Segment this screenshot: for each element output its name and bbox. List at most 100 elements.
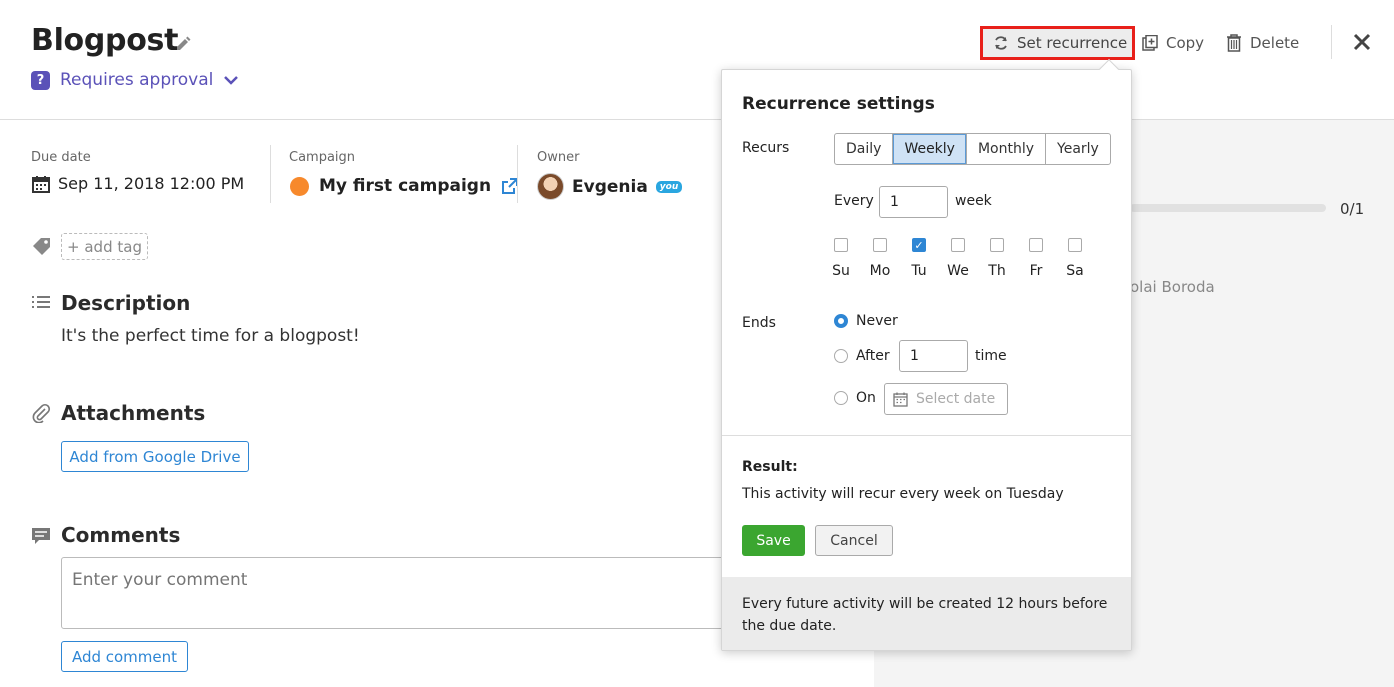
ends-never-radio[interactable] [834, 314, 848, 328]
weekday-su[interactable]: Su [826, 238, 856, 279]
meta-divider [270, 145, 271, 203]
approval-status-dropdown[interactable]: ? Requires approval [31, 70, 239, 90]
cancel-button[interactable]: Cancel [815, 525, 893, 556]
recurrence-footer-note: Every future activity will be created 12… [722, 577, 1131, 650]
weekday-we[interactable]: We [943, 238, 973, 279]
avatar [537, 173, 564, 200]
weekday-label: Tu [911, 263, 927, 279]
delete-label: Delete [1250, 34, 1300, 52]
weekday-fr[interactable]: Fr [1021, 238, 1051, 279]
campaign-value[interactable]: My first campaign [290, 176, 519, 196]
weekday-checkbox-checked[interactable]: ✓ [912, 238, 926, 252]
trash-icon [1227, 34, 1241, 52]
weekday-label: Sa [1066, 263, 1084, 279]
page-title: Blogpost [31, 23, 179, 58]
ends-on-radio[interactable] [834, 391, 848, 405]
weekday-checkbox[interactable] [1029, 238, 1043, 252]
recurs-label: Recurs [742, 140, 790, 156]
ends-after-radio[interactable] [834, 349, 848, 363]
weekday-tu[interactable]: ✓ Tu [904, 238, 934, 279]
chevron-down-icon [224, 76, 239, 85]
ends-on-option[interactable]: On [834, 390, 876, 406]
weekday-label: Mo [869, 263, 891, 279]
description-title: Description [61, 291, 191, 315]
weekday-label: Fr [1029, 263, 1043, 279]
owner-label: Owner [537, 150, 580, 165]
weekday-th[interactable]: Th [982, 238, 1012, 279]
ends-never-label: Never [856, 313, 898, 329]
you-badge: you [655, 180, 683, 193]
campaign-name: My first campaign [319, 176, 492, 196]
ends-after-count-input[interactable] [899, 340, 968, 372]
ends-after-unit-label: time [975, 348, 1007, 364]
campaign-color-dot [290, 176, 309, 196]
close-icon[interactable] [1352, 32, 1372, 52]
ends-on-date-input[interactable]: Select date [884, 383, 1008, 415]
add-comment-button[interactable]: Add comment [61, 641, 188, 672]
list-icon [32, 296, 50, 308]
every-unit-label: week [955, 193, 992, 209]
header-separator [1331, 25, 1332, 59]
ends-after-option[interactable]: After [834, 348, 890, 364]
recurrence-settings-popover: Recurrence settings Recurs Daily Weekly … [721, 59, 1132, 651]
weekday-checkbox[interactable] [990, 238, 1004, 252]
description-text[interactable]: It's the perfect time for a blogpost! [61, 326, 360, 346]
save-button[interactable]: Save [742, 525, 805, 556]
external-link-icon[interactable] [501, 177, 519, 195]
campaign-label: Campaign [289, 150, 356, 165]
popover-title: Recurrence settings [742, 94, 935, 114]
copy-button[interactable]: Copy [1142, 26, 1204, 60]
date-placeholder: Select date [916, 391, 996, 407]
frequency-option-monthly[interactable]: Monthly [967, 134, 1047, 164]
meta-divider [517, 145, 518, 203]
weekday-checkbox[interactable] [951, 238, 965, 252]
ends-after-label: After [856, 348, 890, 364]
ends-label: Ends [742, 315, 776, 331]
owner-value[interactable]: Evgenia you [537, 173, 683, 200]
weekday-sa[interactable]: Sa [1060, 238, 1090, 279]
frequency-option-weekly[interactable]: Weekly [893, 134, 967, 164]
set-recurrence-label: Set recurrence [1017, 34, 1128, 52]
calendar-icon [32, 175, 50, 193]
weekday-label: Th [988, 263, 1006, 279]
weekday-label: Su [832, 263, 850, 279]
due-date-label: Due date [31, 150, 91, 165]
recurrence-frequency-selector: Daily Weekly Monthly Yearly [834, 133, 1111, 165]
weekday-checkbox[interactable] [1068, 238, 1082, 252]
header-divider [0, 119, 1394, 120]
delete-button[interactable]: Delete [1226, 26, 1299, 60]
due-date-text: Sep 11, 2018 12:00 PM [58, 174, 245, 193]
weekday-checkbox[interactable] [873, 238, 887, 252]
copy-label: Copy [1166, 34, 1205, 52]
comments-title: Comments [61, 523, 181, 547]
weekday-checkbox[interactable] [834, 238, 848, 252]
every-label: Every [834, 193, 874, 209]
frequency-option-yearly[interactable]: Yearly [1046, 134, 1110, 164]
set-recurrence-button[interactable]: Set recurrence [980, 26, 1135, 60]
due-date-value[interactable]: Sep 11, 2018 12:00 PM [32, 174, 244, 193]
add-tag-button[interactable]: + add tag [61, 233, 148, 260]
weekday-label: We [947, 263, 969, 279]
frequency-option-daily[interactable]: Daily [835, 134, 894, 164]
result-label: Result: [742, 459, 798, 475]
owner-name: Evgenia [572, 176, 648, 197]
edit-pencil-icon[interactable] [175, 36, 191, 52]
approval-label: Requires approval [60, 70, 214, 90]
ends-never-option[interactable]: Never [834, 313, 898, 329]
copy-icon [1142, 35, 1158, 51]
calendar-icon [893, 392, 908, 407]
question-icon: ? [31, 70, 50, 90]
every-interval-input[interactable] [879, 186, 948, 218]
popover-arrow-cap [1099, 59, 1119, 79]
weekday-selector: Su Mo ✓ Tu We Th Fr Sa [826, 238, 1090, 279]
comment-input[interactable] [61, 557, 741, 629]
refresh-icon [995, 36, 1007, 50]
progress-bar [1130, 204, 1326, 212]
add-from-google-drive-button[interactable]: Add from Google Drive [61, 441, 249, 472]
popover-divider [722, 435, 1131, 436]
assignee-name: olai Boroda [1130, 278, 1215, 296]
weekday-mo[interactable]: Mo [865, 238, 895, 279]
comment-icon [32, 528, 50, 544]
result-text: This activity will recur every week on T… [742, 486, 1064, 502]
tag-icon [33, 238, 50, 255]
